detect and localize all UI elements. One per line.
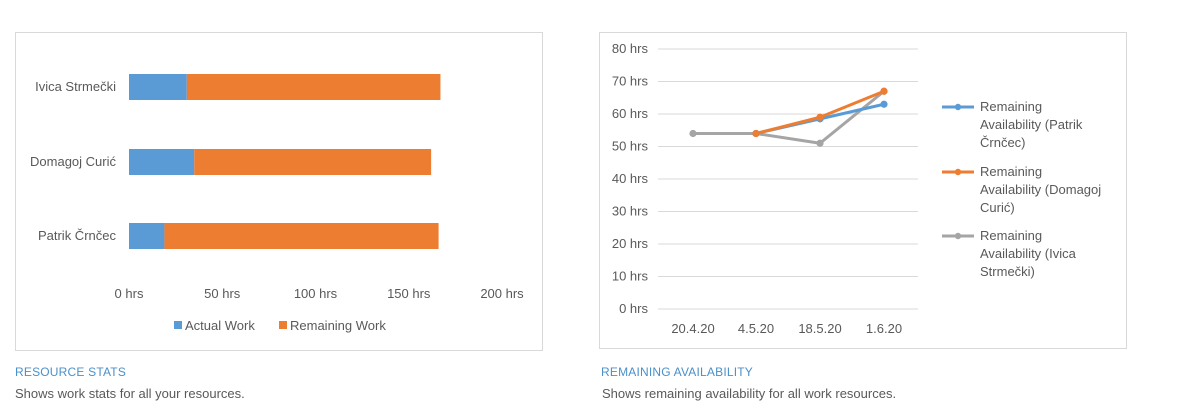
legend-label: Remaining — [980, 228, 1042, 243]
legend-label: Availability (Domagoj — [980, 182, 1101, 197]
remaining-work-bar — [194, 149, 432, 175]
series-domagoj-point — [880, 87, 888, 95]
y-tick-label: 50 hrs — [612, 139, 649, 154]
legend-label: Črnčec) — [980, 135, 1026, 150]
resource-stats-chart: Ivica Strmečki Domagoj Curić Patrik Črnčec… — [30, 74, 524, 333]
legend-marker-series-patrik — [954, 103, 962, 111]
legend-swatch-remaining-work — [279, 321, 287, 329]
x-tick-label: 18.5.20 — [798, 321, 841, 336]
legend-label: Strmečki) — [980, 264, 1035, 279]
y-tick-label: 10 hrs — [612, 269, 649, 284]
series-domagoj-point — [752, 129, 760, 138]
y-tick-label: 30 hrs — [612, 204, 649, 219]
y-tick-label: 70 hrs — [612, 74, 649, 89]
legend-label: Curić) — [980, 200, 1015, 215]
series-domagoj-line — [754, 89, 886, 135]
remaining-availability-description: Shows remaining availability for all wor… — [602, 386, 897, 401]
legend-label: Remaining Work — [290, 318, 386, 333]
x-tick-label: 100 hrs — [294, 286, 338, 301]
legend-label: Remaining — [980, 164, 1042, 179]
actual-work-bar — [129, 149, 195, 175]
category-label: Domagoj Curić — [30, 154, 116, 169]
series-ivica-point — [689, 129, 697, 138]
legend-label: Remaining — [980, 99, 1042, 114]
remaining-work-bar — [186, 74, 441, 100]
y-tick-label: 60 hrs — [612, 106, 649, 121]
actual-work-bar — [129, 74, 187, 100]
resource-stats-description: Shows work stats for all your resources. — [15, 386, 245, 401]
legend-marker-series-domagoj — [954, 168, 962, 176]
category-label: Patrik Črnčec — [38, 228, 117, 243]
x-tick-label: 20.4.20 — [671, 321, 714, 336]
x-tick-label: 1.6.20 — [866, 321, 902, 336]
y-tick-label: 20 hrs — [612, 236, 649, 251]
x-tick-label: 0 hrs — [115, 286, 144, 301]
legend-label: Availability (Patrik — [980, 117, 1083, 132]
series-patrik-point — [880, 100, 888, 108]
series-ivica-line — [691, 89, 886, 145]
resource-stats-title: RESOURCE STATS — [15, 365, 127, 379]
x-tick-label: 150 hrs — [387, 286, 431, 301]
legend-label: Actual Work — [185, 318, 255, 333]
y-tick-label: 0 hrs — [619, 301, 648, 316]
x-tick-label: 200 hrs — [480, 286, 524, 301]
category-label: Ivica Strmečki — [35, 79, 116, 94]
legend-marker-series-ivica — [954, 232, 962, 240]
series-ivica-point — [816, 139, 824, 147]
actual-work-bar — [129, 223, 165, 249]
resource-stats-panel: Ivica Strmečki Domagoj Curić Patrik Črnčec… — [15, 32, 543, 351]
x-tick-label: 4.5.20 — [738, 321, 774, 336]
y-tick-label: 40 hrs — [612, 171, 649, 186]
remaining-availability-title: REMAINING AVAILABILITY — [601, 365, 753, 379]
legend-label: Availability (Ivica — [980, 246, 1077, 261]
series-domagoj-point — [816, 113, 824, 121]
remaining-availability-chart: 0 hrs 10 hrs 20 hrs 30 hrs 40 hrs 50 hrs 60 hr… — [612, 41, 1101, 336]
x-tick-label: 50 hrs — [204, 286, 241, 301]
remaining-work-bar — [164, 223, 439, 249]
remaining-availability-panel: 0 hrs 10 hrs 20 hrs 30 hrs 40 hrs 50 hrs 60 hr… — [599, 32, 1127, 349]
y-tick-label: 80 hrs — [612, 41, 649, 56]
legend-swatch-actual-work — [174, 321, 182, 329]
